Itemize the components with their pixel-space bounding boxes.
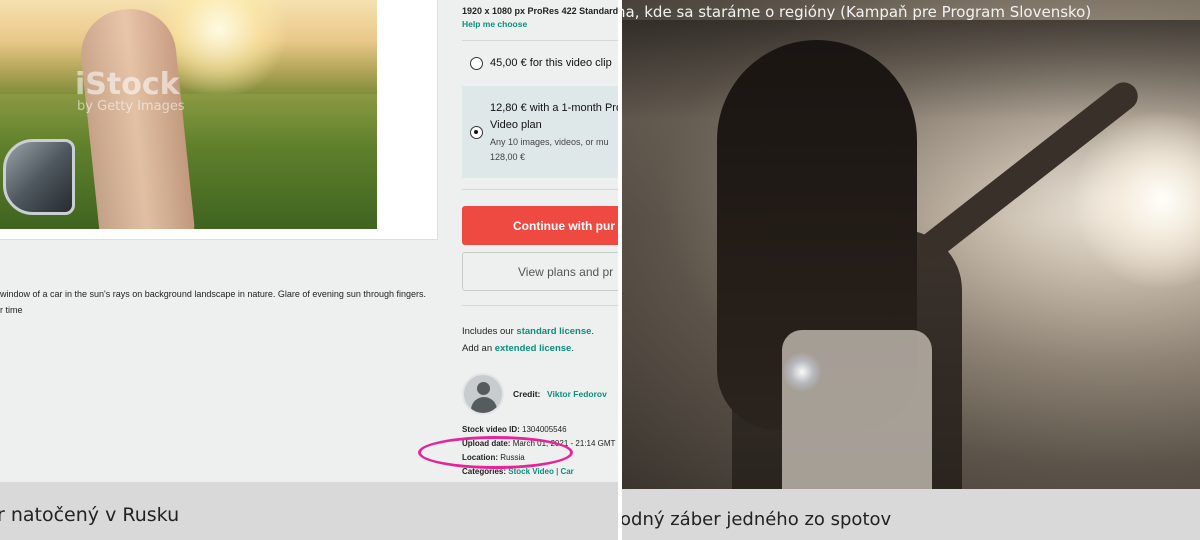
- video-description: window of a car in the sun's rays on bac…: [0, 289, 426, 299]
- option-plan-price: 128,00 €: [490, 152, 526, 162]
- standard-license-link[interactable]: standard license: [516, 326, 591, 337]
- caption-bar-right: odný záber jedného zo spotov: [622, 489, 1200, 540]
- option-single-clip-label: 45,00 € for this video clip: [490, 57, 612, 69]
- option-plan-label-1: 12,80 € with a 1-month Pro: [490, 102, 618, 114]
- continue-purchase-button[interactable]: Continue with pur: [462, 206, 618, 245]
- help-me-choose-link[interactable]: Help me choose: [462, 19, 527, 29]
- view-plans-button[interactable]: View plans and pr: [462, 252, 618, 291]
- divider: [462, 40, 618, 41]
- istock-screenshot-panel: iStock by Getty Images window of a car i…: [0, 0, 618, 540]
- video-preview-card: iStock by Getty Images: [0, 0, 438, 240]
- divider: [462, 189, 618, 190]
- extended-license-link[interactable]: extended license: [495, 343, 572, 354]
- add-license-text: Add an extended license.: [462, 343, 574, 354]
- caption-right-text: odný záber jedného zo spotov: [622, 509, 892, 530]
- contributor-link[interactable]: Viktor Fedorov: [547, 389, 607, 399]
- video-title: na, kde sa staráme o regióny (Kampaň pre…: [622, 3, 1092, 21]
- option-plan-label-2: Video plan: [490, 119, 542, 131]
- video-description-cont: r time: [0, 305, 23, 315]
- file-spec: 1920 x 1080 px ProRes 422 Standard | 3: [462, 6, 618, 16]
- highlight-circle: [418, 436, 573, 469]
- category-link[interactable]: Car: [560, 467, 573, 476]
- contributor-avatar[interactable]: [462, 373, 504, 415]
- caption-bar-left: r natočený v Rusku: [0, 482, 618, 540]
- watermark: iStock: [75, 67, 180, 102]
- credit-label: Credit:: [513, 389, 541, 399]
- stock-id-row: Stock video ID: 1304005546: [462, 425, 567, 434]
- campaign-video-panel: na, kde sa staráme o regióny (Kampaň pre…: [622, 0, 1200, 540]
- divider: [462, 305, 618, 306]
- option-plan-sub-1: Any 10 images, videos, or mu: [490, 137, 609, 147]
- option-monthly-plan[interactable]: 12,80 € with a 1-month Pro Video plan An…: [462, 86, 618, 178]
- campaign-video-frame[interactable]: na, kde sa staráme o regióny (Kampaň pre…: [622, 0, 1200, 489]
- radio-monthly-plan[interactable]: [470, 126, 483, 139]
- includes-license-text: Includes our standard license.: [462, 326, 595, 337]
- watermark-sub: by Getty Images: [77, 99, 185, 114]
- option-single-clip[interactable]: 45,00 € for this video clip: [462, 52, 618, 74]
- car-mirror-graphic: [3, 139, 75, 215]
- video-thumbnail[interactable]: iStock by Getty Images: [0, 0, 377, 229]
- caption-left-text: r natočený v Rusku: [0, 504, 180, 526]
- radio-single-clip[interactable]: [470, 57, 483, 70]
